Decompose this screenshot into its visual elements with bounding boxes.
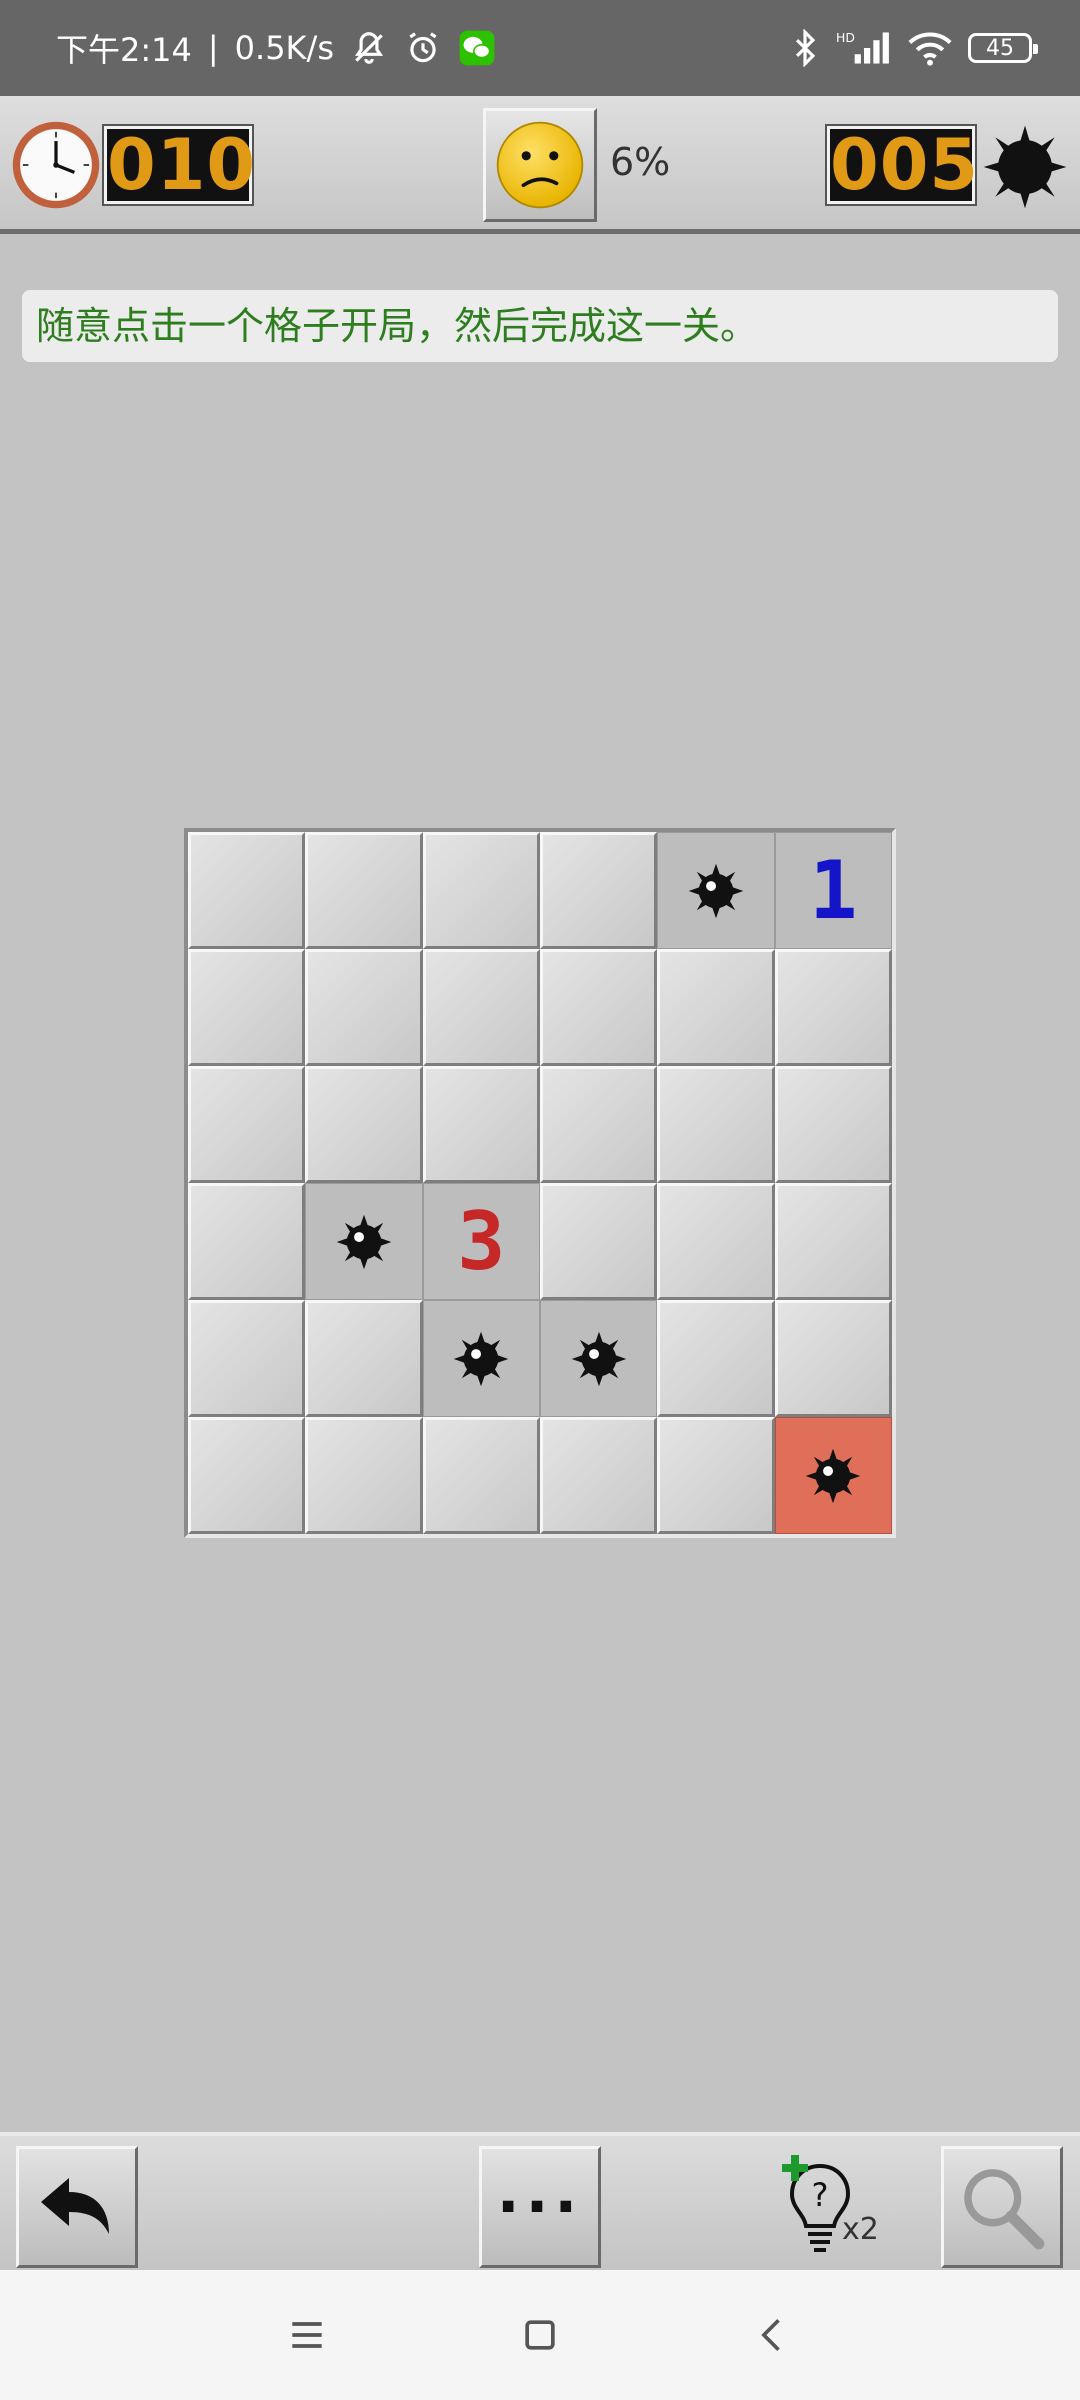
game-header-bar: 010 6% 005 (0, 96, 1080, 234)
svg-text:?: ? (812, 2176, 829, 2214)
status-right: HD 45 (790, 29, 1038, 67)
board-cell-r3-c3[interactable] (422, 1066, 540, 1183)
mine-icon (336, 1214, 392, 1269)
board-cell-r1-c2[interactable] (305, 832, 423, 949)
mute-icon (350, 29, 388, 67)
board-cell-r5-c3 (422, 1300, 540, 1417)
board-cell-r1-c6: 1 (774, 832, 892, 949)
board-cell-r3-c4[interactable] (540, 1066, 658, 1183)
board-cell-r2-c2[interactable] (305, 949, 423, 1066)
clock-icon (12, 121, 100, 209)
system-nav-bar (0, 2270, 1080, 2400)
mine-icon (688, 863, 744, 918)
board-cell-r4-c5[interactable] (657, 1183, 775, 1300)
status-time: 下午2:14 (56, 31, 192, 69)
board-cell-r2-c5[interactable] (657, 949, 775, 1066)
hint-message: 随意点击一个格子开局，然后完成这一关。 (22, 290, 1058, 362)
status-separator: | (207, 29, 219, 67)
hd-signal-icon: HD (836, 29, 892, 67)
board-cell-r6-c4[interactable] (540, 1417, 658, 1534)
board-cell-r2-c4[interactable] (540, 949, 658, 1066)
board-cell-r4-c1[interactable] (188, 1183, 306, 1300)
board-cell-r5-c4 (540, 1300, 658, 1417)
timer-display: 010 (104, 126, 255, 204)
new-game-face-button[interactable] (483, 108, 597, 222)
minesweeper-board: 13 (184, 828, 896, 1538)
board-cell-r5-c6[interactable] (774, 1300, 892, 1417)
wechat-icon (458, 29, 496, 67)
board-cell-r5-c2[interactable] (305, 1300, 423, 1417)
battery-icon: 45 (968, 33, 1038, 63)
mine-counter-display: 005 (827, 126, 978, 204)
wifi-icon (908, 29, 952, 67)
mine-icon (454, 1331, 509, 1386)
undo-arrow-icon (41, 2178, 109, 2234)
magnifier-icon (964, 2169, 1045, 2250)
battery-level: 45 (986, 35, 1014, 61)
board-cell-r6-c5[interactable] (657, 1417, 775, 1534)
board-cell-r2-c1[interactable] (188, 949, 306, 1066)
board-cell-r1-c5 (657, 832, 775, 949)
board-cell-r4-c6[interactable] (774, 1183, 892, 1300)
bluetooth-icon (790, 29, 820, 67)
board-cell-r3-c5[interactable] (657, 1066, 775, 1183)
mine-icon (571, 1331, 626, 1386)
menu-icon[interactable] (285, 2313, 329, 2357)
board-cell-r1-c1[interactable] (188, 832, 306, 949)
cell-number: 1 (809, 844, 858, 937)
board-cell-r1-c3[interactable] (422, 832, 540, 949)
status-left: 下午2:14 | 0.5K/s (56, 25, 496, 71)
board-cell-r6-c3[interactable] (422, 1417, 540, 1534)
board-cell-r5-c5[interactable] (657, 1300, 775, 1417)
board-cell-r2-c6[interactable] (774, 949, 892, 1066)
status-bar: 下午2:14 | 0.5K/s HD 45 (0, 0, 1080, 96)
board-cell-r4-c3: 3 (422, 1183, 540, 1300)
board-cell-r6-c6 (774, 1417, 892, 1534)
svg-text:HD: HD (836, 30, 855, 45)
home-icon[interactable] (518, 2313, 562, 2357)
undo-button[interactable] (16, 2146, 138, 2268)
board-cell-r4-c2 (305, 1183, 423, 1300)
more-options-button[interactable]: ··· (479, 2146, 601, 2268)
board-cell-r3-c2[interactable] (305, 1066, 423, 1183)
board-cell-r1-c4[interactable] (540, 832, 658, 949)
board-cell-r2-c3[interactable] (422, 949, 540, 1066)
board-cell-r3-c1[interactable] (188, 1066, 306, 1183)
network-speed: 0.5K/s (234, 29, 334, 67)
board-cell-r4-c4[interactable] (540, 1183, 658, 1300)
board-cell-r6-c2[interactable] (305, 1417, 423, 1534)
search-button[interactable] (941, 2146, 1063, 2268)
sad-face-icon (496, 121, 584, 209)
board-cell-r5-c1[interactable] (188, 1300, 306, 1417)
back-icon[interactable] (751, 2313, 795, 2357)
hint-count: x2 (842, 2212, 879, 2247)
bottom-toolbar: ··· ? x2 (0, 2132, 1080, 2270)
hint-button[interactable]: ? (780, 2152, 890, 2264)
mine-icon (806, 1448, 861, 1503)
cell-number: 3 (457, 1195, 506, 1288)
alarm-icon (404, 29, 442, 67)
board-cell-r3-c6[interactable] (774, 1066, 892, 1183)
board-cell-r6-c1[interactable] (188, 1417, 306, 1534)
mine-icon (983, 125, 1067, 209)
progress-percentage: 6% (610, 140, 671, 184)
